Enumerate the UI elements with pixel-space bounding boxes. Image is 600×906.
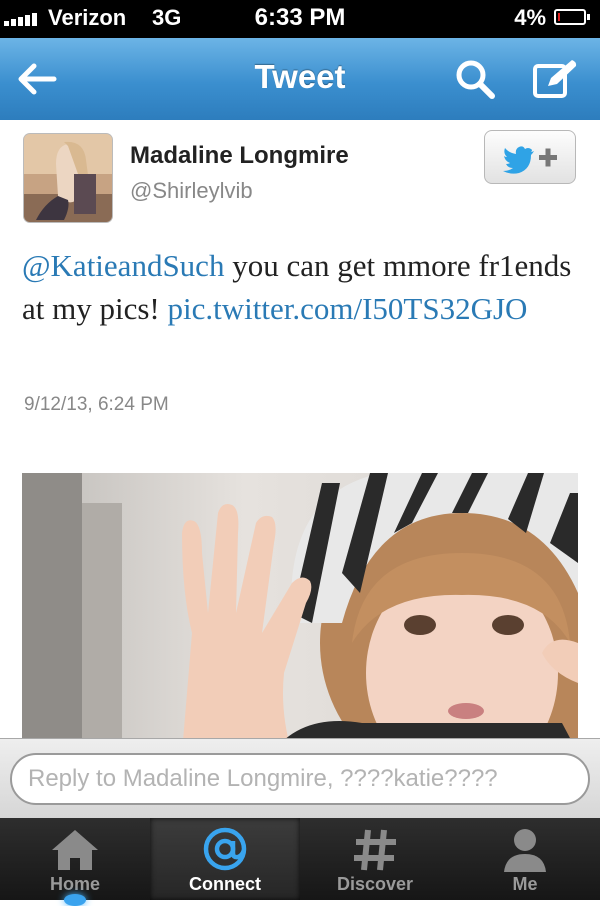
home-icon	[52, 830, 98, 870]
follow-button[interactable]	[484, 130, 576, 184]
tab-connect[interactable]: Connect	[150, 818, 300, 900]
author-name[interactable]: Madaline Longmire	[130, 142, 349, 170]
tab-label: Me	[512, 874, 538, 894]
author-handle[interactable]: @Shirleylvib	[130, 178, 253, 204]
page-title: Tweet	[254, 58, 346, 95]
person-icon	[504, 829, 546, 872]
status-bar: Verizon 3G 6:33 PM 4%	[0, 0, 600, 38]
search-icon[interactable]	[452, 56, 498, 102]
tab-home[interactable]: Home	[0, 818, 150, 906]
navigation-bar: Tweet	[0, 38, 600, 121]
tab-discover[interactable]: Discover	[300, 818, 450, 900]
reply-bar: Reply to Madaline Longmire, ????katie???…	[0, 738, 600, 819]
tab-label: Connect	[189, 874, 261, 894]
battery-level	[558, 13, 560, 21]
tab-me[interactable]: Me	[450, 818, 600, 900]
compose-icon[interactable]	[530, 56, 577, 102]
battery-percent: 4%	[514, 5, 546, 30]
avatar[interactable]	[24, 134, 112, 222]
media-link[interactable]: pic.twitter.com/I50TS32GJO	[168, 291, 528, 326]
hash-icon	[354, 829, 396, 871]
mention-link[interactable]: @KatieandSuch	[22, 248, 224, 283]
twitter-bird-plus-icon	[503, 146, 557, 174]
tweet-text: @KatieandSuch you can get mmore fr1ends …	[22, 244, 582, 330]
status-time: 6:33 PM	[254, 4, 346, 31]
battery-icon	[554, 9, 590, 25]
tab-label: Home	[49, 874, 100, 894]
tab-bar: Home Connect Discover Me	[0, 818, 600, 906]
tweet-detail: Madaline Longmire @Shirleylvib @Katieand…	[0, 120, 600, 753]
tab-label: Discover	[336, 874, 414, 894]
tweet-timestamp: 9/12/13, 6:24 PM	[24, 394, 169, 415]
tweet-photo[interactable]	[22, 473, 578, 753]
unread-indicator	[64, 894, 86, 906]
reply-input[interactable]: Reply to Madaline Longmire, ????katie???…	[10, 753, 590, 805]
at-sign-icon	[203, 827, 247, 871]
